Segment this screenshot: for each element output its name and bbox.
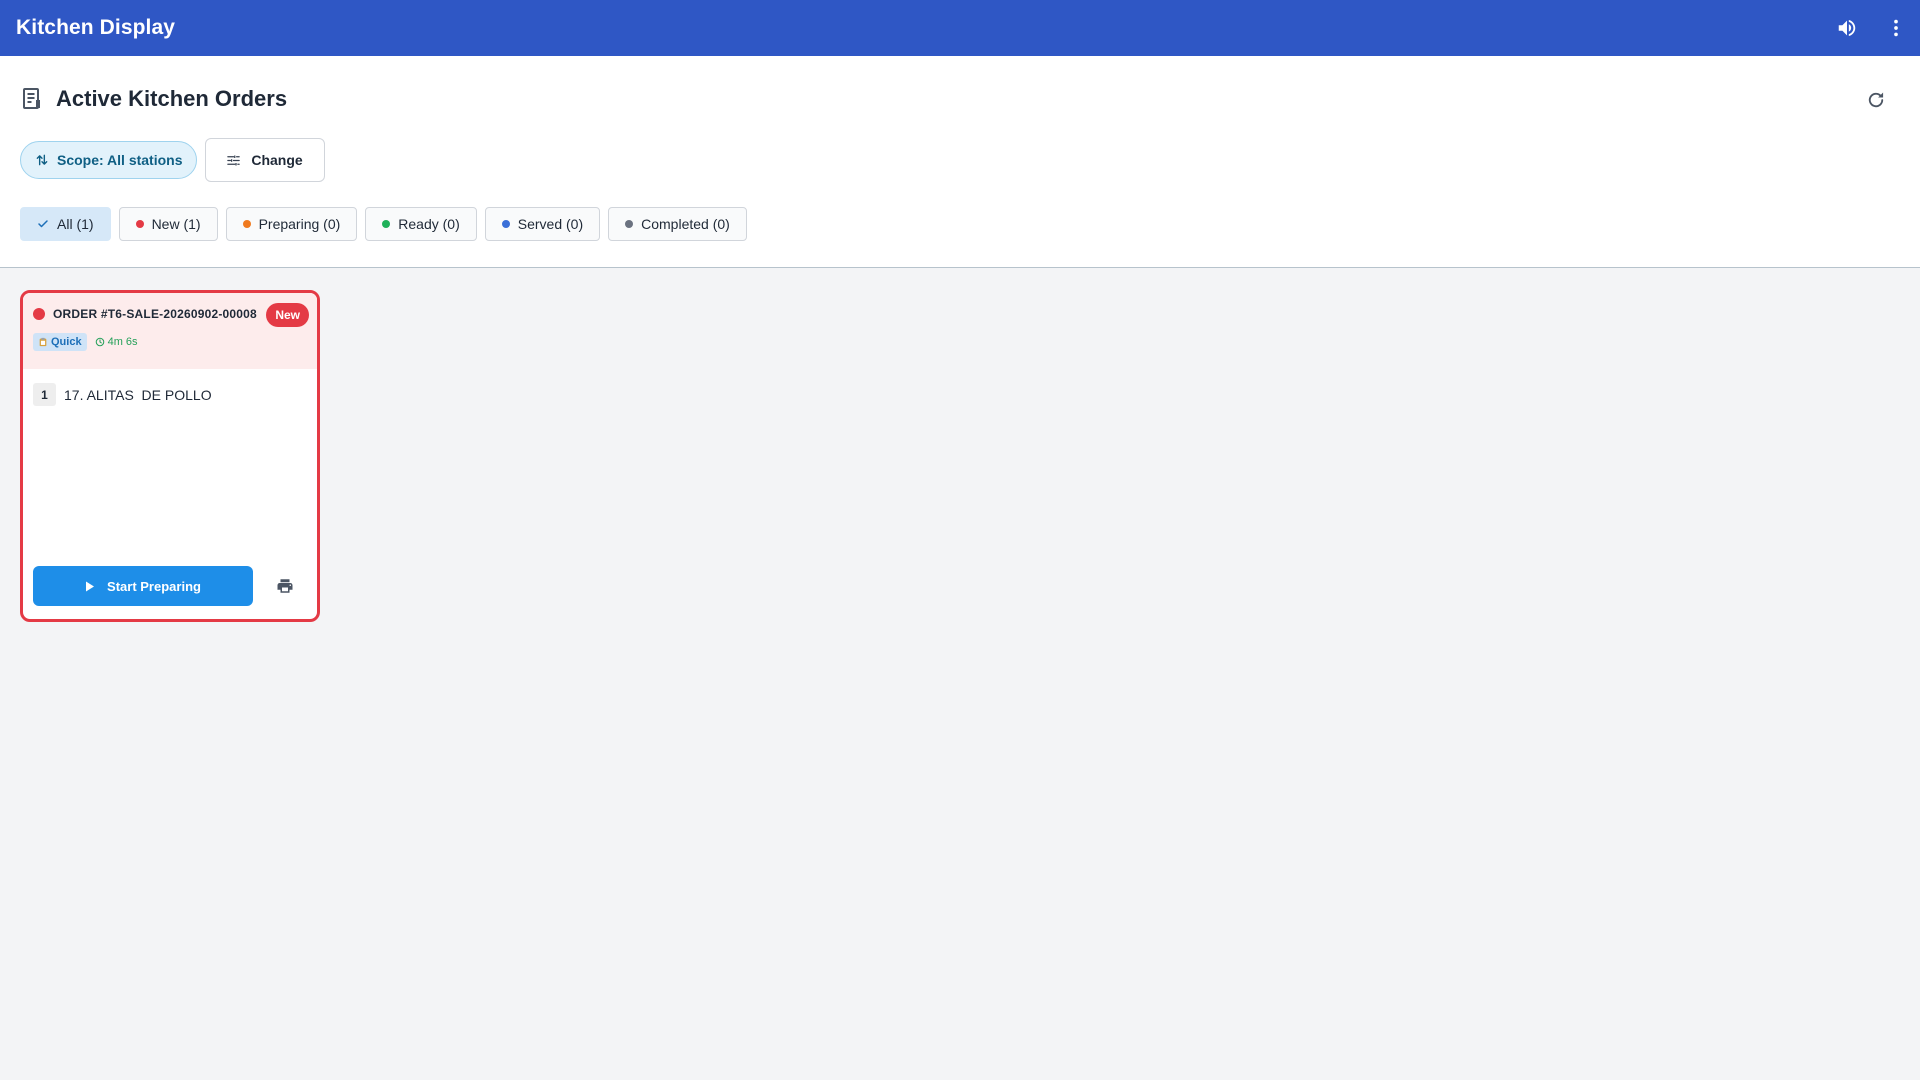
filter-completed[interactable]: Completed (0) bbox=[608, 207, 747, 241]
filter-new[interactable]: New (1) bbox=[118, 207, 218, 241]
status-badge: New bbox=[266, 303, 309, 327]
check-icon bbox=[38, 220, 48, 228]
status-dot-new bbox=[135, 220, 144, 228]
scope-row: Scope: All stations Change bbox=[20, 138, 325, 182]
scope-chip[interactable]: Scope: All stations bbox=[20, 141, 197, 179]
filter-all[interactable]: All (1) bbox=[20, 207, 111, 241]
elapsed-timer: 4m 6s bbox=[95, 336, 138, 348]
order-number: ORDER #T6-SALE-20260902-00008 bbox=[53, 307, 257, 321]
play-icon bbox=[86, 581, 95, 591]
print-icon[interactable] bbox=[273, 574, 297, 598]
receipt-icon bbox=[23, 88, 40, 109]
filter-label: New (1) bbox=[151, 216, 201, 232]
more-vertical-icon[interactable] bbox=[1876, 8, 1916, 48]
orders-header: Active Kitchen Orders Scope: All station… bbox=[0, 56, 1920, 268]
tune-icon bbox=[227, 155, 241, 165]
change-scope-button[interactable]: Change bbox=[204, 138, 325, 182]
order-card-header: ORDER #T6-SALE-20260902-00008 New Quick … bbox=[23, 293, 317, 369]
change-label: Change bbox=[251, 152, 303, 168]
status-filters: All (1) New (1) Preparing (0) Ready (0) … bbox=[20, 207, 747, 241]
order-card-actions: Start Preparing bbox=[33, 566, 297, 606]
item-quantity: 1 bbox=[33, 383, 56, 406]
filter-label: Ready (0) bbox=[398, 216, 460, 232]
status-dot-preparing bbox=[242, 220, 251, 228]
start-preparing-label: Start Preparing bbox=[107, 578, 201, 594]
filter-preparing[interactable]: Preparing (0) bbox=[225, 207, 358, 241]
scope-label: Scope: All stations bbox=[57, 152, 183, 168]
app-bar: Kitchen Display bbox=[0, 0, 1920, 56]
filter-label: Completed (0) bbox=[641, 216, 730, 232]
item-name: 17. ALITAS DE POLLO bbox=[64, 386, 212, 403]
status-dot-served bbox=[501, 220, 510, 228]
filter-label: All (1) bbox=[57, 216, 94, 232]
filter-label: Preparing (0) bbox=[258, 216, 341, 232]
start-preparing-button[interactable]: Start Preparing bbox=[33, 566, 253, 606]
page-title: Active Kitchen Orders bbox=[56, 86, 288, 111]
elapsed-time: 4m 6s bbox=[107, 336, 138, 348]
status-dot-ready bbox=[382, 220, 391, 228]
order-card[interactable]: ORDER #T6-SALE-20260902-00008 New Quick … bbox=[20, 290, 320, 622]
filter-ready[interactable]: Ready (0) bbox=[365, 207, 477, 241]
refresh-icon[interactable] bbox=[1860, 84, 1892, 116]
status-dot-completed bbox=[625, 220, 634, 228]
app-title: Kitchen Display bbox=[16, 16, 176, 39]
volume-icon[interactable] bbox=[1827, 8, 1867, 48]
clipboard-icon bbox=[39, 337, 47, 347]
order-type-tag: Quick bbox=[33, 333, 87, 351]
filter-label: Served (0) bbox=[517, 216, 584, 232]
page-title-row: Active Kitchen Orders bbox=[20, 86, 287, 112]
order-type-label: Quick bbox=[51, 336, 82, 348]
filter-served[interactable]: Served (0) bbox=[484, 207, 601, 241]
status-dot bbox=[33, 308, 45, 320]
clock-icon bbox=[95, 337, 104, 347]
swap-vertical-icon bbox=[36, 154, 48, 166]
order-item: 1 17. ALITAS DE POLLO bbox=[23, 369, 317, 420]
